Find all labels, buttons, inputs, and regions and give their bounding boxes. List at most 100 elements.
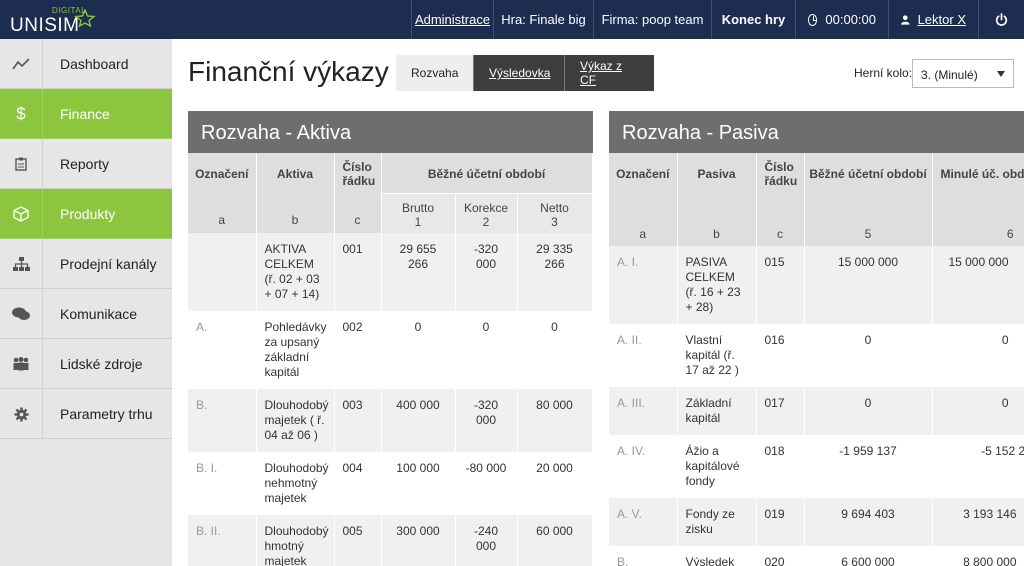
sidebar-item-finance[interactable]: $ Finance	[0, 89, 172, 139]
row-code: A.	[188, 311, 257, 389]
row-number: 019	[756, 498, 805, 546]
liabilities-header-current-period: Běžné účetní období 5	[804, 153, 933, 246]
people-icon	[0, 339, 43, 389]
gear-icon	[0, 389, 43, 439]
liabilities-header-designation: Označení a	[609, 153, 678, 246]
top-bar: DIGITAL UNISIM Administrace Hra: Finale …	[0, 0, 1024, 39]
row-code: A. II.	[609, 324, 678, 387]
row-name: Fondy ze zisku	[677, 498, 757, 546]
sidebar-item-sales-channels[interactable]: Prodejní kanály	[0, 239, 172, 289]
sidebar-item-label: Komunikace	[60, 306, 138, 322]
row-number: 001	[334, 233, 382, 311]
sidebar-item-label: Reporty	[60, 156, 110, 172]
row-korekce: -320 000	[455, 389, 518, 452]
table-row: A. I. PASIVA CELKEM (ř. 16 + 23 + 28) 01…	[609, 246, 1024, 324]
sidebar-item-label: Dashboard	[60, 56, 129, 72]
assets-header-row-number: Číslo řádku c	[334, 153, 382, 233]
user-name: Lektor X	[917, 12, 966, 27]
row-number: 005	[334, 515, 382, 566]
row-previous: -5 152 283	[932, 435, 1024, 498]
sidebar-item-human-resources[interactable]: Lidské zdroje	[0, 339, 172, 389]
row-name: AKTIVA CELKEM (ř. 02 + 03 + 07 + 14)	[256, 233, 335, 311]
end-game-button[interactable]: Konec hry	[711, 0, 795, 39]
row-code: B.	[188, 389, 257, 452]
user-icon	[901, 14, 910, 25]
table-row: AKTIVA CELKEM (ř. 02 + 03 + 07 + 14) 001…	[188, 233, 593, 311]
clock-icon	[808, 13, 818, 26]
tab-cash-flow[interactable]: Výkaz z CF	[564, 55, 654, 91]
row-brutto: 29 655 266	[381, 233, 456, 311]
assets-header-korekce: Korekce 2	[455, 193, 518, 233]
row-code	[188, 233, 257, 311]
logout-button[interactable]	[978, 0, 1024, 39]
timer-value: 00:00:00	[825, 12, 876, 27]
firm-info: Firma: poop team	[593, 0, 711, 39]
row-current: 15 000 000	[804, 246, 933, 324]
row-korekce: 0	[455, 311, 518, 389]
sidebar-item-dashboard[interactable]: Dashboard	[0, 39, 172, 89]
assets-header-brutto: Brutto 1	[381, 193, 456, 233]
row-previous: 15 000 000	[932, 246, 1024, 324]
row-number: 018	[756, 435, 805, 498]
table-row: B. Dlouhodobý majetek ( ř. 04 až 06 ) 00…	[188, 389, 593, 452]
row-brutto: 400 000	[381, 389, 456, 452]
row-previous: 0	[932, 324, 1024, 387]
assets-table: Označení a Aktiva b Číslo řádku c Běžné …	[188, 153, 593, 566]
row-number: 004	[334, 452, 382, 515]
row-name: Ážio a kapitálové fondy	[677, 435, 757, 498]
row-korekce: -240 000	[455, 515, 518, 566]
sidebar-item-label: Lidské zdroje	[60, 356, 143, 372]
row-netto: 60 000	[517, 515, 593, 566]
table-row: B. II. Dlouhodobý hmotný majetek 005 300…	[188, 515, 593, 566]
row-brutto: 300 000	[381, 515, 456, 566]
top-navigation: Administrace Hra: Finale big Firma: poop…	[411, 0, 1024, 39]
report-tabs: Rozvaha Výsledovka Výkaz z CF	[396, 55, 654, 91]
table-row: A. IV. Ážio a kapitálové fondy 018 -1 95…	[609, 435, 1024, 498]
assets-panel: Rozvaha - Aktiva Označení a Aktiva b Čís…	[188, 111, 593, 566]
administration-link[interactable]: Administrace	[411, 0, 493, 39]
row-number: 015	[756, 246, 805, 324]
row-current: 0	[804, 387, 933, 435]
table-row: A. III. Základní kapitál 017 0 0	[609, 387, 1024, 435]
power-icon	[995, 13, 1008, 26]
line-chart-icon	[0, 39, 43, 89]
user-menu[interactable]: Lektor X	[888, 0, 978, 39]
table-row: B. Výsledek 020 6 600 000 8 800 000	[609, 546, 1024, 566]
dollar-icon: $	[0, 89, 43, 139]
row-number: 003	[334, 389, 382, 452]
sidebar-item-reports[interactable]: Reporty	[0, 139, 172, 189]
sidebar: Dashboard $ Finance Reporty Produkty Pro…	[0, 39, 172, 566]
logo-star-icon	[74, 9, 96, 27]
game-round-select[interactable]: 3. (Minulé)	[912, 59, 1014, 88]
row-name: Pohledávky za upsaný základní kapitál	[256, 311, 335, 389]
tab-income-statement[interactable]: Výsledovka	[473, 55, 564, 91]
liabilities-header-previous-period: Minulé úč. obd 6	[932, 153, 1024, 246]
row-name: Základní kapitál	[677, 387, 757, 435]
row-netto: 29 335 266	[517, 233, 593, 311]
unisim-logo[interactable]: DIGITAL UNISIM	[10, 6, 100, 36]
assets-header-designation: Označení a	[188, 153, 257, 233]
sidebar-item-communication[interactable]: Komunikace	[0, 289, 172, 339]
assets-header-netto: Netto 3	[517, 193, 593, 233]
timer: 00:00:00	[795, 0, 888, 39]
table-row: A. V. Fondy ze zisku 019 9 694 403 3 193…	[609, 498, 1024, 546]
tab-balance-sheet[interactable]: Rozvaha	[396, 55, 473, 91]
chevron-down-icon	[997, 71, 1005, 77]
row-code: A. I.	[609, 246, 678, 324]
logo-unisim-text: UNISIM	[10, 15, 80, 36]
row-brutto: 0	[381, 311, 456, 389]
row-netto: 0	[517, 311, 593, 389]
row-name: Dlouhodobý majetek ( ř. 04 až 06 )	[256, 389, 335, 452]
game-round-label: Herní kolo:	[854, 66, 913, 80]
chat-icon	[0, 289, 43, 339]
sidebar-item-market-parameters[interactable]: Parametry trhu	[0, 389, 172, 439]
row-current: 9 694 403	[804, 498, 933, 546]
liabilities-header-row-number: Číslo řádku c	[756, 153, 805, 246]
row-previous: 3 193 146	[932, 498, 1024, 546]
liabilities-panel-title: Rozvaha - Pasiva	[609, 111, 1024, 153]
row-number: 020	[756, 546, 805, 566]
sidebar-item-products[interactable]: Produkty	[0, 189, 172, 239]
row-korekce: -320 000	[455, 233, 518, 311]
page-title: Finanční výkazy	[188, 56, 389, 87]
clipboard-icon	[0, 139, 43, 189]
